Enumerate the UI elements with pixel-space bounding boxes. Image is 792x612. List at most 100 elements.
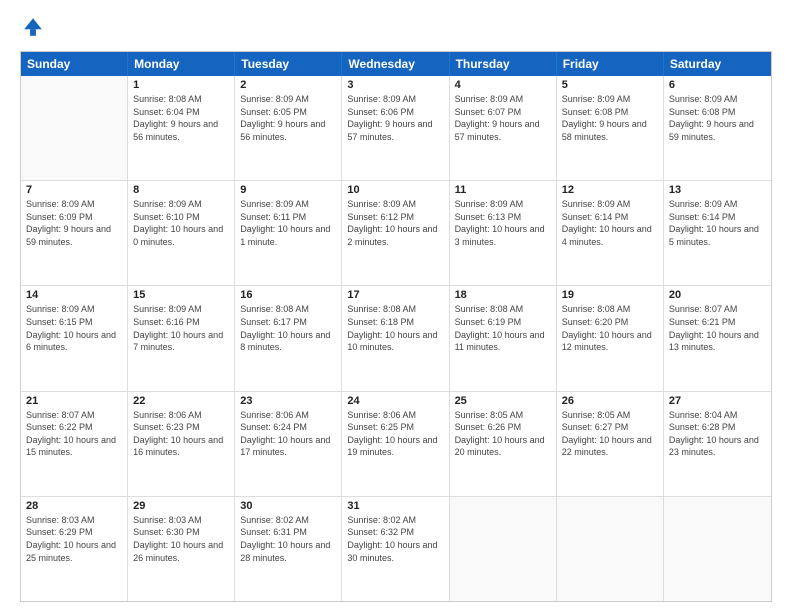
day-cell-14: 14 Sunrise: 8:09 AMSunset: 6:15 PMDayligh… <box>21 286 128 390</box>
day-cell-22: 22 Sunrise: 8:06 AMSunset: 6:23 PMDayligh… <box>128 392 235 496</box>
day-number: 15 <box>133 289 229 301</box>
header-day-sunday: Sunday <box>21 52 128 76</box>
day-number: 17 <box>347 289 443 301</box>
day-cell-13: 13 Sunrise: 8:09 AMSunset: 6:14 PMDayligh… <box>664 181 771 285</box>
header-day-tuesday: Tuesday <box>235 52 342 76</box>
day-info: Sunrise: 8:06 AMSunset: 6:23 PMDaylight:… <box>133 409 229 459</box>
day-cell-2: 2Sunrise: 8:09 AMSunset: 6:05 PMDaylight… <box>235 76 342 180</box>
day-cell-9: 9 Sunrise: 8:09 AMSunset: 6:11 PMDaylight… <box>235 181 342 285</box>
day-number: 3 <box>347 79 443 91</box>
calendar-row-4: 21 Sunrise: 8:07 AMSunset: 6:22 PMDayligh… <box>21 391 771 496</box>
calendar-row-3: 14 Sunrise: 8:09 AMSunset: 6:15 PMDayligh… <box>21 285 771 390</box>
day-number: 26 <box>562 395 658 407</box>
day-number: 7 <box>26 184 122 196</box>
header-day-wednesday: Wednesday <box>342 52 449 76</box>
calendar-header: SundayMondayTuesdayWednesdayThursdayFrid… <box>21 52 771 76</box>
day-info: Sunrise: 8:09 AMSunset: 6:08 PMDaylight:… <box>562 93 658 143</box>
day-info: Sunrise: 8:09 AMSunset: 6:14 PMDaylight:… <box>562 198 658 248</box>
day-number: 28 <box>26 500 122 512</box>
day-cell-19: 19Sunrise: 8:08 AMSunset: 6:20 PMDayligh… <box>557 286 664 390</box>
day-info: Sunrise: 8:03 AMSunset: 6:29 PMDaylight:… <box>26 514 122 564</box>
day-cell-29: 29 Sunrise: 8:03 AMSunset: 6:30 PMDayligh… <box>128 497 235 601</box>
calendar: SundayMondayTuesdayWednesdayThursdayFrid… <box>20 51 772 602</box>
day-info: Sunrise: 8:09 AMSunset: 6:12 PMDaylight:… <box>347 198 443 248</box>
day-info: Sunrise: 8:07 AMSunset: 6:21 PMDaylight:… <box>669 303 766 353</box>
day-cell-30: 30 Sunrise: 8:02 AMSunset: 6:31 PMDayligh… <box>235 497 342 601</box>
day-number: 1 <box>133 79 229 91</box>
day-cell-20: 20 Sunrise: 8:07 AMSunset: 6:21 PMDayligh… <box>664 286 771 390</box>
day-cell-11: 11 Sunrise: 8:09 AMSunset: 6:13 PMDayligh… <box>450 181 557 285</box>
day-cell-25: 25Sunrise: 8:05 AMSunset: 6:26 PMDayligh… <box>450 392 557 496</box>
day-number: 29 <box>133 500 229 512</box>
day-cell-6: 6Sunrise: 8:09 AMSunset: 6:08 PMDaylight… <box>664 76 771 180</box>
day-cell-27: 27 Sunrise: 8:04 AMSunset: 6:28 PMDayligh… <box>664 392 771 496</box>
day-info: Sunrise: 8:09 AMSunset: 6:06 PMDaylight:… <box>347 93 443 143</box>
day-info: Sunrise: 8:04 AMSunset: 6:28 PMDaylight:… <box>669 409 766 459</box>
day-number: 10 <box>347 184 443 196</box>
empty-cell <box>21 76 128 180</box>
day-number: 13 <box>669 184 766 196</box>
day-info: Sunrise: 8:08 AMSunset: 6:18 PMDaylight:… <box>347 303 443 353</box>
calendar-row-1: 1 Sunrise: 8:08 AMSunset: 6:04 PMDaylight… <box>21 76 771 180</box>
day-cell-10: 10 Sunrise: 8:09 AMSunset: 6:12 PMDayligh… <box>342 181 449 285</box>
day-cell-12: 12 Sunrise: 8:09 AMSunset: 6:14 PMDayligh… <box>557 181 664 285</box>
day-cell-21: 21 Sunrise: 8:07 AMSunset: 6:22 PMDayligh… <box>21 392 128 496</box>
day-info: Sunrise: 8:06 AMSunset: 6:25 PMDaylight:… <box>347 409 443 459</box>
day-number: 22 <box>133 395 229 407</box>
day-info: Sunrise: 8:03 AMSunset: 6:30 PMDaylight:… <box>133 514 229 564</box>
day-cell-26: 26 Sunrise: 8:05 AMSunset: 6:27 PMDayligh… <box>557 392 664 496</box>
day-info: Sunrise: 8:09 AMSunset: 6:10 PMDaylight:… <box>133 198 229 248</box>
day-info: Sunrise: 8:08 AMSunset: 6:19 PMDaylight:… <box>455 303 551 353</box>
day-cell-28: 28 Sunrise: 8:03 AMSunset: 6:29 PMDayligh… <box>21 497 128 601</box>
day-info: Sunrise: 8:09 AMSunset: 6:13 PMDaylight:… <box>455 198 551 248</box>
day-cell-4: 4 Sunrise: 8:09 AMSunset: 6:07 PMDaylight… <box>450 76 557 180</box>
empty-cell <box>557 497 664 601</box>
day-number: 30 <box>240 500 336 512</box>
day-number: 20 <box>669 289 766 301</box>
day-number: 9 <box>240 184 336 196</box>
day-info: Sunrise: 8:09 AMSunset: 6:11 PMDaylight:… <box>240 198 336 248</box>
day-info: Sunrise: 8:09 AMSunset: 6:15 PMDaylight:… <box>26 303 122 353</box>
day-number: 12 <box>562 184 658 196</box>
header-day-monday: Monday <box>128 52 235 76</box>
day-info: Sunrise: 8:02 AMSunset: 6:32 PMDaylight:… <box>347 514 443 564</box>
day-info: Sunrise: 8:08 AMSunset: 6:17 PMDaylight:… <box>240 303 336 353</box>
day-number: 21 <box>26 395 122 407</box>
day-info: Sunrise: 8:02 AMSunset: 6:31 PMDaylight:… <box>240 514 336 564</box>
logo-icon <box>22 16 44 38</box>
empty-cell <box>450 497 557 601</box>
day-cell-18: 18Sunrise: 8:08 AMSunset: 6:19 PMDayligh… <box>450 286 557 390</box>
day-info: Sunrise: 8:09 AMSunset: 6:09 PMDaylight:… <box>26 198 122 248</box>
day-info: Sunrise: 8:09 AMSunset: 6:14 PMDaylight:… <box>669 198 766 248</box>
day-number: 14 <box>26 289 122 301</box>
day-cell-16: 16Sunrise: 8:08 AMSunset: 6:17 PMDayligh… <box>235 286 342 390</box>
header-day-thursday: Thursday <box>450 52 557 76</box>
header-day-saturday: Saturday <box>664 52 771 76</box>
calendar-row-5: 28 Sunrise: 8:03 AMSunset: 6:29 PMDayligh… <box>21 496 771 601</box>
day-number: 24 <box>347 395 443 407</box>
day-number: 11 <box>455 184 551 196</box>
page-header <box>20 16 772 43</box>
day-cell-7: 7 Sunrise: 8:09 AMSunset: 6:09 PMDaylight… <box>21 181 128 285</box>
calendar-row-2: 7 Sunrise: 8:09 AMSunset: 6:09 PMDaylight… <box>21 180 771 285</box>
day-cell-5: 5Sunrise: 8:09 AMSunset: 6:08 PMDaylight… <box>557 76 664 180</box>
day-info: Sunrise: 8:05 AMSunset: 6:27 PMDaylight:… <box>562 409 658 459</box>
day-cell-15: 15 Sunrise: 8:09 AMSunset: 6:16 PMDayligh… <box>128 286 235 390</box>
day-number: 19 <box>562 289 658 301</box>
day-number: 23 <box>240 395 336 407</box>
day-number: 27 <box>669 395 766 407</box>
day-info: Sunrise: 8:09 AMSunset: 6:08 PMDaylight:… <box>669 93 766 143</box>
day-cell-8: 8Sunrise: 8:09 AMSunset: 6:10 PMDaylight… <box>128 181 235 285</box>
day-info: Sunrise: 8:09 AMSunset: 6:07 PMDaylight:… <box>455 93 551 143</box>
day-number: 25 <box>455 395 551 407</box>
day-cell-23: 23 Sunrise: 8:06 AMSunset: 6:24 PMDayligh… <box>235 392 342 496</box>
day-info: Sunrise: 8:07 AMSunset: 6:22 PMDaylight:… <box>26 409 122 459</box>
header-day-friday: Friday <box>557 52 664 76</box>
calendar-body: 1 Sunrise: 8:08 AMSunset: 6:04 PMDaylight… <box>21 76 771 601</box>
logo <box>20 16 48 43</box>
day-cell-31: 31Sunrise: 8:02 AMSunset: 6:32 PMDayligh… <box>342 497 449 601</box>
day-info: Sunrise: 8:08 AMSunset: 6:04 PMDaylight:… <box>133 93 229 143</box>
day-number: 4 <box>455 79 551 91</box>
day-info: Sunrise: 8:09 AMSunset: 6:16 PMDaylight:… <box>133 303 229 353</box>
day-info: Sunrise: 8:06 AMSunset: 6:24 PMDaylight:… <box>240 409 336 459</box>
